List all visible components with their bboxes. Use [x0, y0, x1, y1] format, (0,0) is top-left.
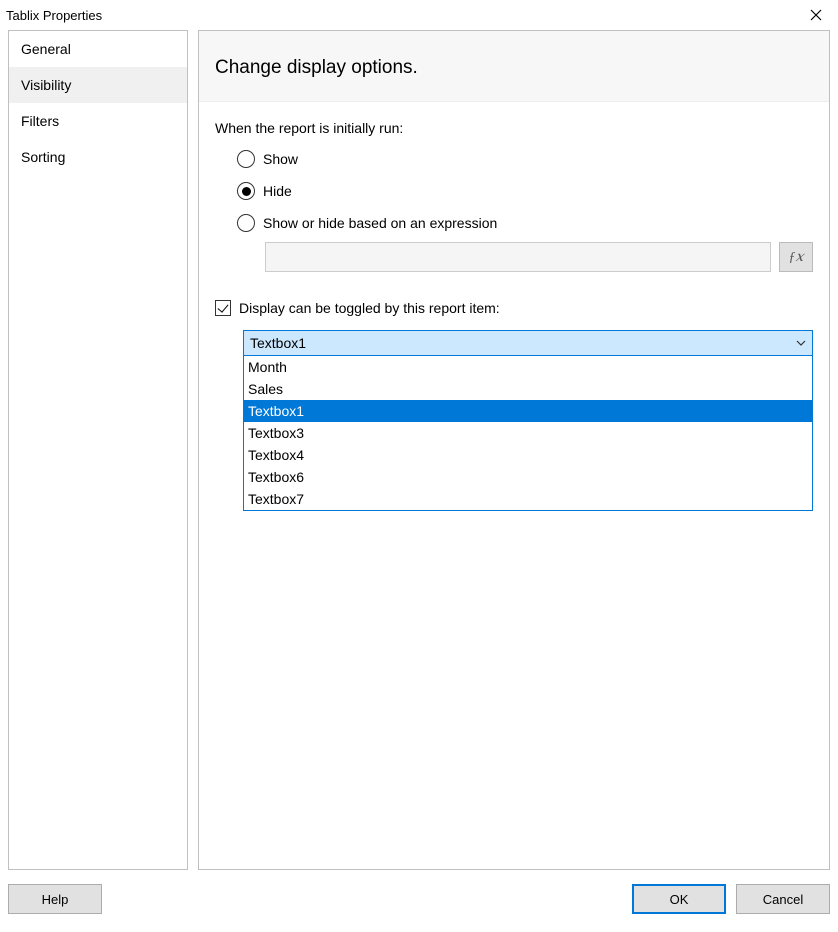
radio-icon: [237, 150, 255, 168]
sidebar-item-general[interactable]: General: [9, 31, 187, 67]
dropdown-list: Month Sales Textbox1 Textbox3 Textbox4 T…: [243, 356, 813, 511]
titlebar: Tablix Properties: [0, 0, 838, 30]
dropdown-selected-label: Textbox1: [250, 335, 306, 351]
page-title: Change display options.: [215, 57, 813, 79]
help-button[interactable]: Help: [8, 884, 102, 914]
sidebar-item-sorting[interactable]: Sorting: [9, 139, 187, 175]
sidebar-item-filters[interactable]: Filters: [9, 103, 187, 139]
radio-expression[interactable]: Show or hide based on an expression: [237, 214, 813, 232]
content-body: When the report is initially run: Show H…: [199, 102, 829, 529]
dropdown-selected[interactable]: Textbox1: [243, 330, 813, 356]
dropdown-option[interactable]: Textbox7: [244, 488, 812, 510]
expression-input[interactable]: [265, 242, 771, 272]
toggle-checkbox-row[interactable]: Display can be toggled by this report it…: [215, 300, 813, 316]
toggle-dropdown: Textbox1 Month Sales Textbox1 Textbox3 T…: [215, 330, 813, 511]
chevron-down-icon: [796, 335, 806, 351]
ok-button[interactable]: OK: [632, 884, 726, 914]
radio-group-initial-run: Show Hide Show or hide based on an expre…: [215, 150, 813, 272]
dropdown-option[interactable]: Textbox1: [244, 400, 812, 422]
sidebar-item-visibility[interactable]: Visibility: [9, 67, 187, 103]
radio-hide[interactable]: Hide: [237, 182, 813, 200]
dropdown-option[interactable]: Textbox3: [244, 422, 812, 444]
dropdown-option[interactable]: Month: [244, 356, 812, 378]
content-panel: Change display options. When the report …: [198, 30, 830, 870]
radio-label: Show: [263, 151, 298, 167]
checkbox-icon: [215, 300, 231, 316]
dropdown-option[interactable]: Sales: [244, 378, 812, 400]
expression-row: ƒ𝑥: [237, 242, 813, 272]
footer: Help OK Cancel: [0, 870, 838, 928]
radio-show[interactable]: Show: [237, 150, 813, 168]
initial-run-label: When the report is initially run:: [215, 120, 813, 136]
dropdown-option[interactable]: Textbox6: [244, 466, 812, 488]
toggle-label: Display can be toggled by this report it…: [239, 300, 500, 316]
radio-icon: [237, 214, 255, 232]
dropdown-option[interactable]: Textbox4: [244, 444, 812, 466]
radio-label: Show or hide based on an expression: [263, 215, 497, 231]
cancel-button[interactable]: Cancel: [736, 884, 830, 914]
radio-icon: [237, 182, 255, 200]
close-icon[interactable]: [804, 3, 828, 27]
radio-label: Hide: [263, 183, 292, 199]
content-header: Change display options.: [199, 31, 829, 102]
window-title: Tablix Properties: [6, 8, 102, 23]
main-area: General Visibility Filters Sorting Chang…: [0, 30, 838, 870]
sidebar: General Visibility Filters Sorting: [8, 30, 188, 870]
footer-right: OK Cancel: [632, 884, 830, 914]
fx-button[interactable]: ƒ𝑥: [779, 242, 813, 272]
fx-icon: ƒ𝑥: [789, 249, 804, 266]
